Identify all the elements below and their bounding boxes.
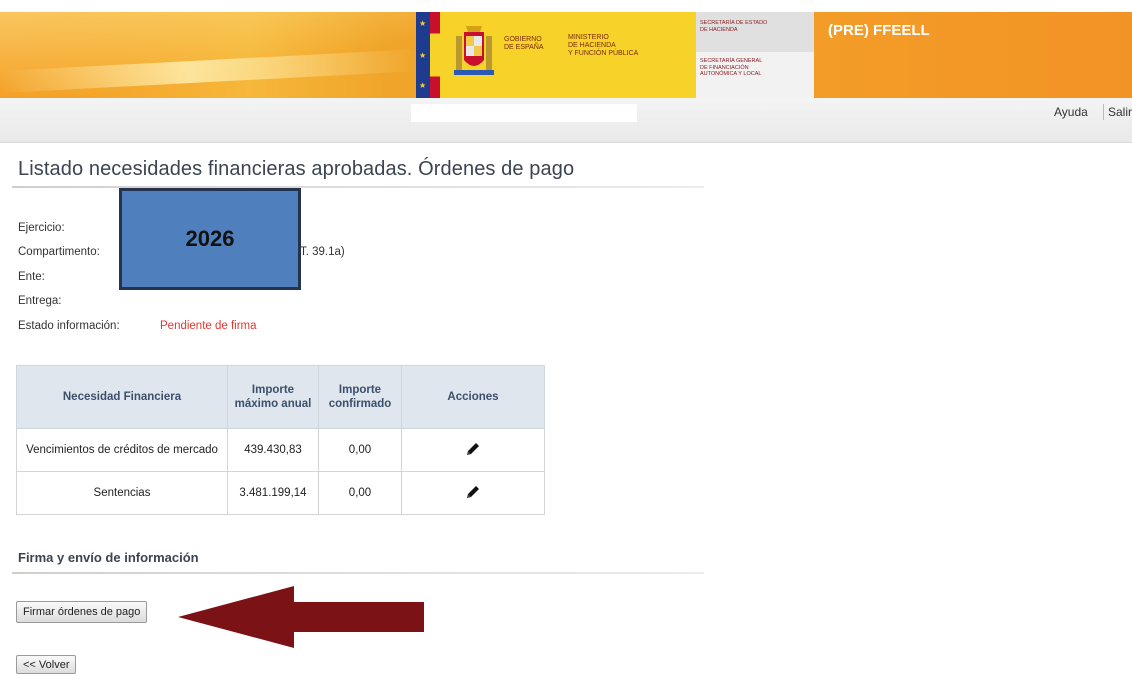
government-label: GOBIERNO DE ESPAÑA [504, 36, 544, 51]
column-header-actions: Acciones [401, 365, 545, 429]
banner-swoosh [0, 48, 420, 94]
table-row: Vencimientos de créditos de mercado 439.… [16, 428, 545, 472]
field-label-ejercicio: Ejercicio: [18, 222, 65, 234]
cell-max-annual: 439.430,83 [227, 428, 319, 472]
help-link[interactable]: Ayuda [1054, 105, 1088, 119]
year-overlay-box: 2026 [119, 188, 301, 290]
column-header-need: Necesidad Financiera [16, 365, 228, 429]
section-divider [12, 572, 704, 574]
year-overlay-label: 2026 [185, 226, 235, 251]
table-header-row: Necesidad Financiera Importe máximo anua… [16, 365, 545, 429]
eu-flag-icon: ★ ★ ★ [416, 12, 430, 98]
secretariat-top-label: SECRETARÍA DE ESTADO DE HACIENDA [700, 20, 768, 33]
sign-payment-orders-button[interactable]: Firmar órdenes de pago [16, 601, 148, 623]
arrow-pointer-icon [178, 586, 424, 648]
page-title: Listado necesidades financieras aprobada… [18, 158, 575, 180]
cell-max-annual: 3.481.199,14 [227, 471, 319, 515]
title-divider [12, 186, 704, 188]
field-value-compartimento: T. 39.1a) [300, 246, 345, 258]
toolbar-separator [1103, 104, 1104, 120]
pencil-edit-icon[interactable] [464, 483, 482, 501]
app-title: (PRE) FFEELL [828, 22, 930, 39]
cell-confirmed: 0,00 [318, 471, 402, 515]
spain-flag-icon [430, 12, 440, 98]
cell-need: Vencimientos de créditos de mercado [16, 428, 228, 472]
cell-actions [401, 428, 545, 472]
column-header-max-annual: Importe máximo anual [227, 365, 319, 429]
back-button[interactable]: << Volver [16, 655, 77, 674]
cell-need: Sentencias [16, 471, 228, 515]
secretariat-bottom-label: SECRETARÍA GENERAL DE FINANCIACIÓN AUTON… [700, 58, 763, 77]
pencil-edit-icon[interactable] [464, 440, 482, 458]
table-row: Sentencias 3.481.199,14 0,00 [16, 471, 545, 515]
signing-section-title: Firma y envío de información [18, 550, 199, 565]
cell-confirmed: 0,00 [318, 428, 402, 472]
coat-of-arms-icon [454, 26, 494, 75]
field-label-entrega: Entrega: [18, 295, 62, 307]
status-value: Pendiente de firma [160, 320, 257, 332]
field-label-estado: Estado información: [18, 320, 120, 332]
exit-link[interactable]: Salir [1108, 105, 1132, 119]
cell-actions [401, 471, 545, 515]
field-label-ente: Ente: [18, 271, 45, 283]
field-label-compartimento: Compartimento: [18, 246, 100, 258]
financial-needs-table: Necesidad Financiera Importe máximo anua… [16, 365, 545, 515]
ministry-label: MINISTERIO DE HACIENDA Y FUNCIÓN PÚBLICA [568, 34, 639, 57]
column-header-confirmed: Importe confirmado [318, 365, 402, 429]
toolbar-blank-field [411, 104, 637, 122]
